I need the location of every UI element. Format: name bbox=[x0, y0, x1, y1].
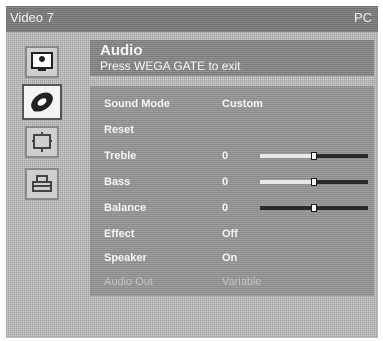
audio-out-row: Audio Out Variable bbox=[104, 276, 364, 294]
bass-label: Bass bbox=[104, 176, 131, 188]
top-status-bar: Video 7 PC bbox=[6, 6, 378, 32]
menu-title: Audio bbox=[100, 42, 143, 59]
treble-slider-fill bbox=[260, 154, 314, 158]
sound-mode-row[interactable]: Sound Mode Custom bbox=[104, 98, 364, 116]
menu-subtitle: Press WEGA GATE to exit bbox=[100, 59, 241, 73]
balance-value: 0 bbox=[222, 202, 229, 214]
bass-slider-knob[interactable] bbox=[311, 178, 317, 186]
input-source-label: Video 7 bbox=[10, 10, 54, 25]
treble-value: 0 bbox=[222, 150, 229, 162]
reset-label: Reset bbox=[104, 124, 134, 136]
speaker-value: On bbox=[222, 252, 238, 264]
effect-label: Effect bbox=[104, 228, 135, 240]
audio-out-value: Variable bbox=[222, 276, 262, 288]
bass-row[interactable]: Bass 0 bbox=[104, 176, 368, 194]
effect-row[interactable]: Effect Off bbox=[104, 228, 364, 246]
treble-slider[interactable] bbox=[260, 152, 368, 160]
balance-label: Balance bbox=[104, 202, 147, 214]
audio-settings-panel: Sound Mode Custom Reset Treble 0 Bass 0 … bbox=[90, 86, 374, 296]
audio-out-label: Audio Out bbox=[104, 276, 153, 288]
sound-mode-value: Custom bbox=[222, 98, 263, 110]
menu-sidebar bbox=[6, 32, 90, 338]
reset-row[interactable]: Reset bbox=[104, 124, 364, 142]
input-mode-label: PC bbox=[353, 10, 372, 25]
treble-row[interactable]: Treble 0 bbox=[104, 150, 368, 168]
effect-value: Off bbox=[222, 228, 238, 240]
picture-icon[interactable] bbox=[25, 46, 59, 78]
speaker-label: Speaker bbox=[104, 252, 147, 264]
sound-mode-label: Sound Mode bbox=[104, 98, 170, 110]
speaker-row[interactable]: Speaker On bbox=[104, 252, 364, 270]
bass-slider[interactable] bbox=[260, 178, 368, 186]
balance-row[interactable]: Balance 0 bbox=[104, 202, 368, 220]
balance-slider[interactable] bbox=[260, 204, 368, 212]
osd-screen: Video 7 PC Audio Press WEGA GATE to exit… bbox=[6, 6, 378, 338]
screen-icon[interactable] bbox=[25, 126, 59, 158]
setup-icon[interactable] bbox=[25, 168, 59, 200]
balance-slider-knob[interactable] bbox=[311, 204, 317, 212]
treble-label: Treble bbox=[104, 150, 137, 162]
bass-slider-fill bbox=[260, 180, 314, 184]
menu-header: Audio Press WEGA GATE to exit bbox=[90, 40, 374, 76]
audio-icon[interactable] bbox=[22, 84, 62, 120]
treble-slider-knob[interactable] bbox=[311, 152, 317, 160]
bass-value: 0 bbox=[222, 176, 229, 188]
